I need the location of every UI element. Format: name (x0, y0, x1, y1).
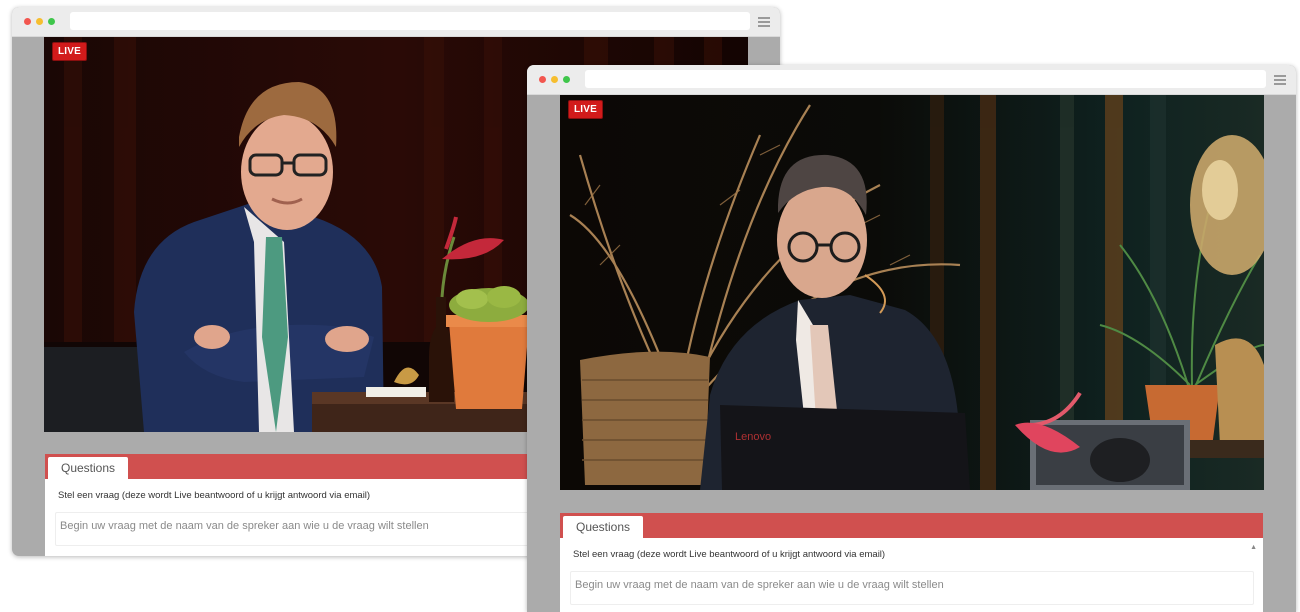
close-window-dot[interactable] (24, 18, 31, 25)
question-instruction-label: Stel een vraag (deze wordt Live beantwoo… (58, 490, 371, 501)
live-badge: LIVE (568, 100, 604, 119)
video-frame-speaker-laptop: Lenovo (560, 95, 1264, 490)
minimize-window-dot[interactable] (36, 18, 43, 25)
hamburger-menu-icon[interactable] (758, 17, 770, 27)
address-bar[interactable] (70, 12, 750, 30)
questions-panel: Questions ▲ Stel een vraag (deze wordt L… (560, 513, 1263, 612)
lenovo-logo: Lenovo (735, 431, 771, 443)
tab-questions[interactable]: Questions (48, 457, 129, 479)
minimize-window-dot[interactable] (551, 76, 558, 83)
scroll-up-arrow-icon[interactable]: ▲ (1250, 544, 1257, 551)
hamburger-menu-icon[interactable] (1274, 75, 1286, 85)
questions-header-bar: Questions (560, 513, 1263, 538)
tab-questions[interactable]: Questions (563, 516, 644, 538)
maximize-window-dot[interactable] (563, 76, 570, 83)
question-input[interactable]: Begin uw vraag met de naam van de spreke… (570, 571, 1254, 605)
browser-titlebar (527, 65, 1296, 95)
address-bar[interactable] (585, 70, 1266, 88)
close-window-dot[interactable] (539, 76, 546, 83)
live-video-player[interactable]: Lenovo LIVE (560, 95, 1264, 490)
browser-window-2: Lenovo LIVE Questions ▲ Stel een vraag (… (527, 65, 1296, 612)
live-badge: LIVE (52, 42, 88, 61)
browser-titlebar (12, 7, 780, 37)
question-instruction-label: Stel een vraag (deze wordt Live beantwoo… (573, 549, 886, 560)
maximize-window-dot[interactable] (48, 18, 55, 25)
